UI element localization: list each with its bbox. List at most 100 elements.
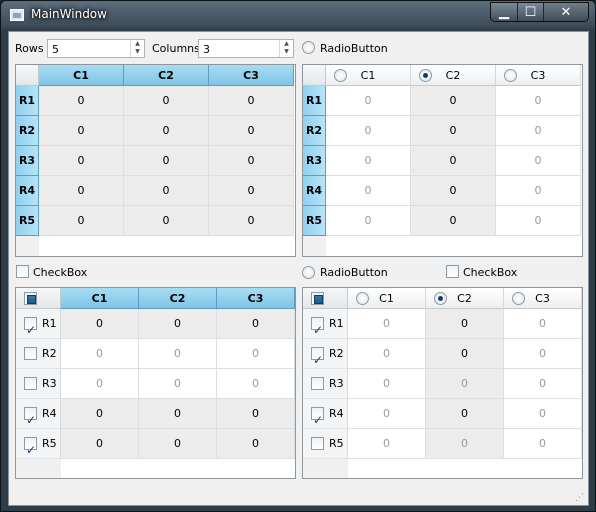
- table-cell[interactable]: 0: [504, 369, 582, 399]
- row-checkbox-r5[interactable]: [24, 435, 37, 465]
- table-cell[interactable]: 0: [124, 146, 209, 176]
- table-cell[interactable]: 0: [496, 146, 581, 176]
- table-cell[interactable]: 0: [217, 309, 295, 339]
- spin-up-icon[interactable]: ▲: [280, 40, 293, 48]
- row-header-r2[interactable]: R2: [303, 339, 348, 375]
- table-cell[interactable]: 0: [348, 339, 426, 369]
- column-header-c2[interactable]: C2: [411, 65, 496, 86]
- column-header-c3[interactable]: C3: [209, 65, 294, 86]
- table-cell[interactable]: 0: [426, 399, 504, 429]
- table-cell[interactable]: 0: [504, 399, 582, 429]
- table-cell[interactable]: 0: [139, 339, 217, 369]
- column-header-c3[interactable]: C3: [496, 65, 581, 86]
- row-checkbox-r1[interactable]: [311, 315, 324, 345]
- column-header-c3[interactable]: C3: [504, 288, 582, 309]
- column-header-c3[interactable]: C3: [217, 288, 295, 309]
- select-all-checkbox[interactable]: [311, 292, 324, 305]
- table-cell[interactable]: 0: [124, 206, 209, 236]
- table-cell[interactable]: 0: [411, 176, 496, 206]
- table-cell[interactable]: 0: [39, 146, 124, 176]
- row-checkbox-r1[interactable]: [24, 315, 37, 345]
- table-cell[interactable]: 0: [326, 176, 411, 206]
- row-header-r1[interactable]: R1: [16, 309, 61, 345]
- row-header-r4[interactable]: R4: [303, 176, 326, 206]
- row-checkbox-r4[interactable]: [24, 405, 37, 435]
- maximize-button[interactable]: ☐: [518, 3, 544, 21]
- row-checkbox-r5[interactable]: [311, 437, 324, 450]
- table-cell[interactable]: 0: [348, 309, 426, 339]
- column-header-c2[interactable]: C2: [139, 288, 217, 309]
- row-checkbox-r3[interactable]: [24, 377, 37, 390]
- table-cell[interactable]: 0: [411, 116, 496, 146]
- table-cell[interactable]: 0: [209, 86, 294, 116]
- table-cell[interactable]: 0: [209, 116, 294, 146]
- spin-down-icon[interactable]: ▼: [131, 48, 144, 56]
- row-header-r3[interactable]: R3: [303, 369, 348, 399]
- column-header-c1[interactable]: C1: [61, 288, 139, 309]
- table-cell[interactable]: 0: [426, 429, 504, 459]
- table-cell[interactable]: 0: [348, 399, 426, 429]
- row-header-r2[interactable]: R2: [303, 116, 326, 146]
- row-header-r4[interactable]: R4: [303, 399, 348, 435]
- table-cell[interactable]: 0: [411, 86, 496, 116]
- table-cell[interactable]: 0: [139, 399, 217, 429]
- radio-button-top[interactable]: [302, 41, 315, 54]
- table-cell[interactable]: 0: [326, 116, 411, 146]
- table-cell[interactable]: 0: [124, 116, 209, 146]
- table-cell[interactable]: 0: [496, 86, 581, 116]
- row-checkbox-r2[interactable]: [24, 347, 37, 360]
- row-checkbox-r3[interactable]: [311, 377, 324, 390]
- checkbox-left[interactable]: [16, 265, 29, 278]
- table-cell[interactable]: 0: [217, 399, 295, 429]
- row-header-r5[interactable]: R5: [303, 429, 348, 459]
- table-cell[interactable]: 0: [348, 369, 426, 399]
- table-cell[interactable]: 0: [504, 429, 582, 459]
- row-header-r1[interactable]: R1: [303, 309, 348, 345]
- spin-up-icon[interactable]: ▲: [131, 40, 144, 48]
- row-checkbox-r2[interactable]: [311, 345, 324, 375]
- table-cell[interactable]: 0: [209, 146, 294, 176]
- row-header-r5[interactable]: R5: [16, 429, 61, 465]
- table-cell[interactable]: 0: [139, 309, 217, 339]
- column-header-c1[interactable]: C1: [326, 65, 411, 86]
- table-cell[interactable]: 0: [217, 339, 295, 369]
- row-header-r2[interactable]: R2: [16, 116, 39, 146]
- column-header-c1[interactable]: C1: [348, 288, 426, 309]
- table-cell[interactable]: 0: [209, 176, 294, 206]
- rows-spinbox[interactable]: 5 ▲ ▼: [47, 39, 145, 58]
- table-cell[interactable]: 0: [326, 206, 411, 236]
- row-header-r4[interactable]: R4: [16, 399, 61, 435]
- table-cell[interactable]: 0: [217, 369, 295, 399]
- table-cell[interactable]: 0: [504, 309, 582, 339]
- row-header-r5[interactable]: R5: [303, 206, 326, 236]
- table-cell[interactable]: 0: [504, 339, 582, 369]
- radio-button-bottom[interactable]: [302, 266, 315, 279]
- table-cell[interactable]: 0: [426, 309, 504, 339]
- table-cell[interactable]: 0: [496, 116, 581, 146]
- table-cell[interactable]: 0: [426, 369, 504, 399]
- title-bar[interactable]: MainWindow ▁ ☐ ✕: [1, 1, 595, 29]
- table-cell[interactable]: 0: [496, 206, 581, 236]
- column-header-c2[interactable]: C2: [124, 65, 209, 86]
- close-button[interactable]: ✕: [544, 3, 588, 21]
- spin-down-icon[interactable]: ▼: [280, 48, 293, 56]
- table-cell[interactable]: 0: [61, 309, 139, 339]
- row-checkbox-r4[interactable]: [311, 405, 324, 435]
- select-all-checkbox[interactable]: [24, 292, 37, 305]
- table-cell[interactable]: 0: [139, 429, 217, 459]
- minimize-button[interactable]: ▁: [491, 3, 518, 21]
- table-cell[interactable]: 0: [39, 206, 124, 236]
- table-cell[interactable]: 0: [348, 429, 426, 459]
- table-cell[interactable]: 0: [39, 176, 124, 206]
- row-header-r1[interactable]: R1: [16, 86, 39, 116]
- size-grip[interactable]: ⋰: [575, 493, 585, 503]
- row-header-r5[interactable]: R5: [16, 206, 39, 236]
- table-cell[interactable]: 0: [61, 369, 139, 399]
- row-header-r1[interactable]: R1: [303, 86, 326, 116]
- table-cell[interactable]: 0: [61, 399, 139, 429]
- row-header-r3[interactable]: R3: [303, 146, 326, 176]
- checkbox-right[interactable]: [446, 265, 459, 278]
- table-cell[interactable]: 0: [411, 206, 496, 236]
- row-header-r2[interactable]: R2: [16, 339, 61, 369]
- table-cell[interactable]: 0: [496, 176, 581, 206]
